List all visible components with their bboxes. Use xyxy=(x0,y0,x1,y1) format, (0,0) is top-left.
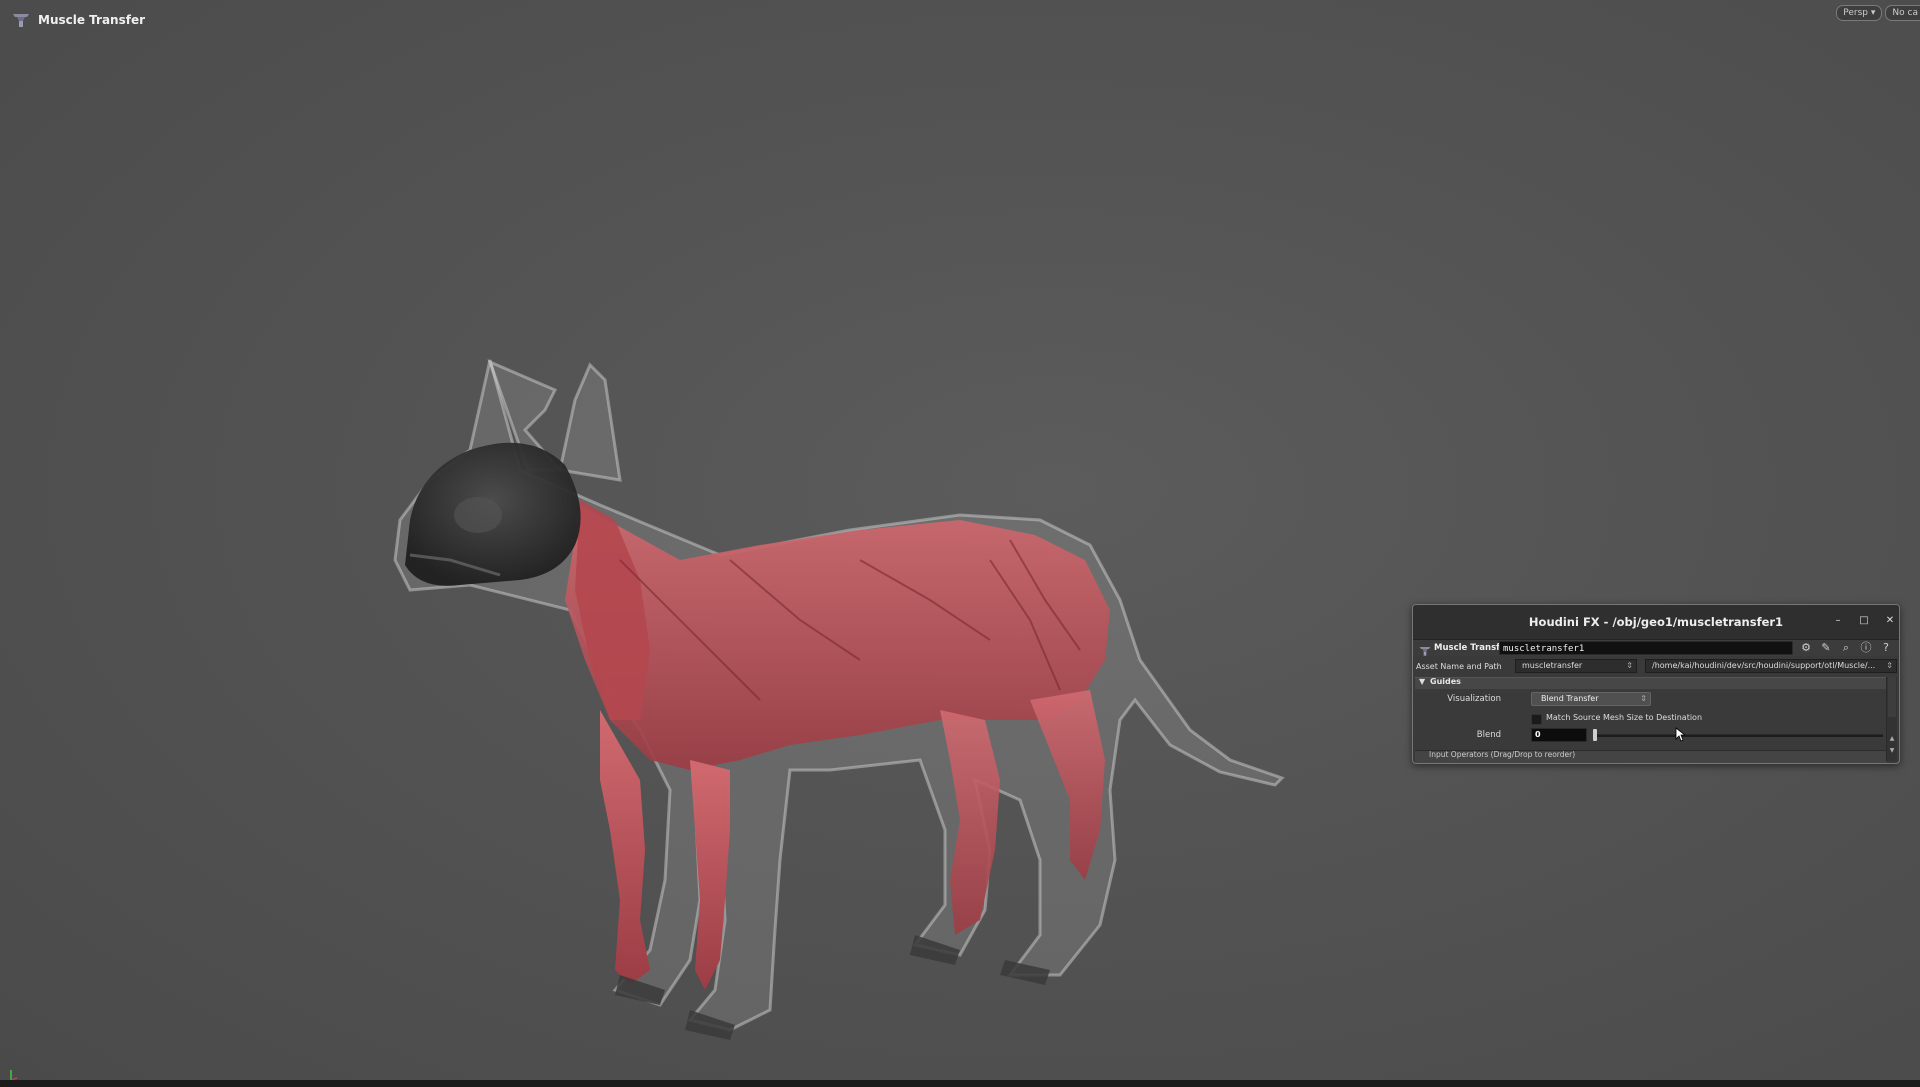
gear-icon[interactable]: ⚙ xyxy=(1799,641,1813,655)
maximize-button[interactable]: □ xyxy=(1857,614,1871,628)
scroll-up-icon[interactable]: ▲ xyxy=(1887,735,1897,743)
visualization-row: Visualization Blend Transfer ⇕ xyxy=(1413,691,1883,707)
window-title: Houdini FX - /obj/geo1/muscletransfer1 xyxy=(1528,615,1784,629)
zoom-icon[interactable]: ⌕ xyxy=(1839,641,1853,655)
close-button[interactable]: ✕ xyxy=(1883,614,1897,628)
match-size-label: Match Source Mesh Size to Destination xyxy=(1546,713,1703,722)
spinner-icon: ⇕ xyxy=(1886,661,1893,670)
input-operators-label: Input Operators (Drag/Drop to reorder) xyxy=(1429,750,1576,759)
node-name-field[interactable]: muscletransfer1 xyxy=(1499,641,1793,655)
blend-label: Blend xyxy=(1476,730,1501,740)
spinner-icon: ⇕ xyxy=(1640,694,1647,703)
asset-path-value: /home/kai/houdini/dev/src/houdini/suppor… xyxy=(1652,661,1876,670)
spinner-icon: ⇕ xyxy=(1626,661,1633,670)
info-icon[interactable]: ⓘ xyxy=(1859,641,1873,655)
asset-path-menu[interactable]: /home/kai/houdini/dev/src/houdini/suppor… xyxy=(1645,659,1897,673)
blend-slider-handle[interactable] xyxy=(1593,729,1597,741)
help-icon[interactable]: ? xyxy=(1879,641,1893,655)
blend-field[interactable]: 0 xyxy=(1531,728,1587,742)
blend-slider[interactable] xyxy=(1593,729,1883,741)
parameter-scrollbar[interactable]: ▲ ▼ xyxy=(1886,677,1897,761)
scene-viewport[interactable]: Muscle Transfer Persp ▾ No ca Houdini FX… xyxy=(0,0,1920,1081)
match-size-row: Match Source Mesh Size to Destination xyxy=(1413,711,1883,725)
asset-label: Asset Name and Path xyxy=(1416,662,1502,671)
folder-label: Guides xyxy=(1430,677,1461,686)
bottom-strip xyxy=(0,1080,1920,1087)
mouse-cursor-icon xyxy=(1675,727,1687,746)
visualization-value: Blend Transfer xyxy=(1541,694,1599,703)
folder-guides[interactable]: ▼ Guides xyxy=(1415,677,1887,689)
asset-name-menu[interactable]: muscletransfer ⇕ xyxy=(1515,659,1637,673)
parameter-window: Houdini FX - /obj/geo1/muscletransfer1 –… xyxy=(1412,604,1900,764)
skull xyxy=(405,442,581,586)
input-operators-folder[interactable]: Input Operators (Drag/Drop to reorder) xyxy=(1415,750,1887,763)
node-header-row: Muscle Transfer muscletransfer1 ⚙ ✎ ⌕ ⓘ … xyxy=(1413,640,1899,656)
minimize-button[interactable]: – xyxy=(1831,614,1845,628)
scroll-down-icon[interactable]: ▼ xyxy=(1887,747,1897,755)
visualization-label: Visualization xyxy=(1447,694,1501,704)
blend-row: Blend 0 xyxy=(1413,727,1883,743)
folder-expand-icon: ▼ xyxy=(1419,677,1426,686)
window-titlebar[interactable]: Houdini FX - /obj/geo1/muscletransfer1 –… xyxy=(1413,605,1899,640)
asset-name-value: muscletransfer xyxy=(1522,661,1583,670)
cat-muscle-model[interactable] xyxy=(0,0,1920,1080)
asset-row: Asset Name and Path muscletransfer ⇕ /ho… xyxy=(1413,659,1899,675)
brush-icon[interactable]: ✎ xyxy=(1819,641,1833,655)
match-size-checkbox[interactable] xyxy=(1531,714,1542,725)
visualization-menu[interactable]: Blend Transfer ⇕ xyxy=(1531,692,1651,706)
scroll-thumb[interactable] xyxy=(1888,677,1896,717)
